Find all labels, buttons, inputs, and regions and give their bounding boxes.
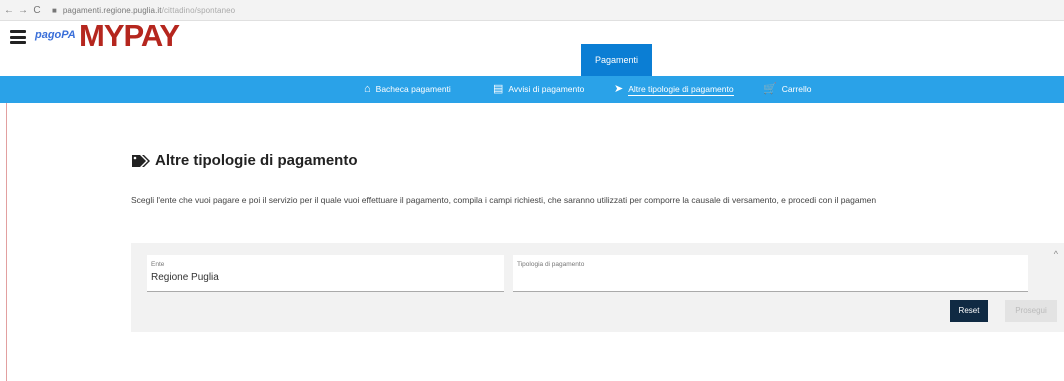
- nav-item-carrello[interactable]: 🛒 Carrello: [763, 76, 811, 103]
- nav-item-label: Altre tipologie di pagamento: [628, 84, 734, 96]
- menu-icon[interactable]: [10, 30, 26, 44]
- payment-form-panel: ^ Ente Regione Puglia Tipologia di pagam…: [131, 243, 1064, 332]
- pagopa-logo: pagoPA: [35, 29, 76, 41]
- reload-icon[interactable]: C: [32, 5, 42, 16]
- tipologia-field[interactable]: Tipologia di pagamento: [513, 255, 1028, 292]
- address-bar[interactable]: pagamenti.regione.puglia.it/cittadino/sp…: [63, 6, 235, 15]
- page-title-text: Altre tipologie di pagamento: [155, 152, 358, 169]
- nav-item-altre-tipologie[interactable]: ➤ Altre tipologie di pagamento: [614, 76, 734, 103]
- tipologia-label: Tipologia di pagamento: [517, 261, 585, 268]
- home-icon: ⌂: [364, 83, 371, 96]
- forward-icon[interactable]: →: [18, 5, 28, 16]
- tab-pagamenti[interactable]: Pagamenti: [581, 44, 652, 76]
- ente-label: Ente: [151, 261, 165, 268]
- nav-item-label: Avvisi di pagamento: [508, 84, 585, 94]
- page-title: Altre tipologie di pagamento: [131, 152, 358, 169]
- lock-icon: ■: [52, 5, 57, 15]
- page-description: Scegli l'ente che vuoi pagare e poi il s…: [131, 195, 877, 205]
- nav-item-bacheca[interactable]: ⌂ Bacheca pagamenti: [364, 76, 451, 103]
- url-path: /cittadino/spontaneo: [161, 5, 236, 15]
- tags-icon: ➤: [614, 83, 624, 96]
- collapse-icon[interactable]: ^: [1054, 249, 1058, 259]
- back-icon[interactable]: ←: [4, 5, 14, 16]
- document-icon: ▤: [493, 83, 504, 96]
- nav-item-avvisi[interactable]: ▤ Avvisi di pagamento: [493, 76, 584, 103]
- page-left-border: [6, 103, 7, 381]
- mypay-logo[interactable]: MYPAY: [79, 19, 180, 53]
- nav-item-label: Carrello: [781, 84, 812, 94]
- ente-value: Regione Puglia: [151, 272, 219, 283]
- ente-field[interactable]: Ente Regione Puglia: [147, 255, 504, 292]
- cart-icon: 🛒: [763, 83, 777, 96]
- main-navbar: ⌂ Bacheca pagamenti ▤ Avvisi di pagamento …: [0, 76, 1064, 103]
- pagopa-logo-text: pagoPA: [35, 29, 76, 41]
- reset-button[interactable]: Reset: [950, 300, 988, 322]
- nav-item-label: Bacheca pagamenti: [375, 84, 451, 94]
- prosegui-button[interactable]: Prosegui: [1005, 300, 1057, 322]
- url-host: pagamenti.regione.puglia.it: [62, 5, 162, 15]
